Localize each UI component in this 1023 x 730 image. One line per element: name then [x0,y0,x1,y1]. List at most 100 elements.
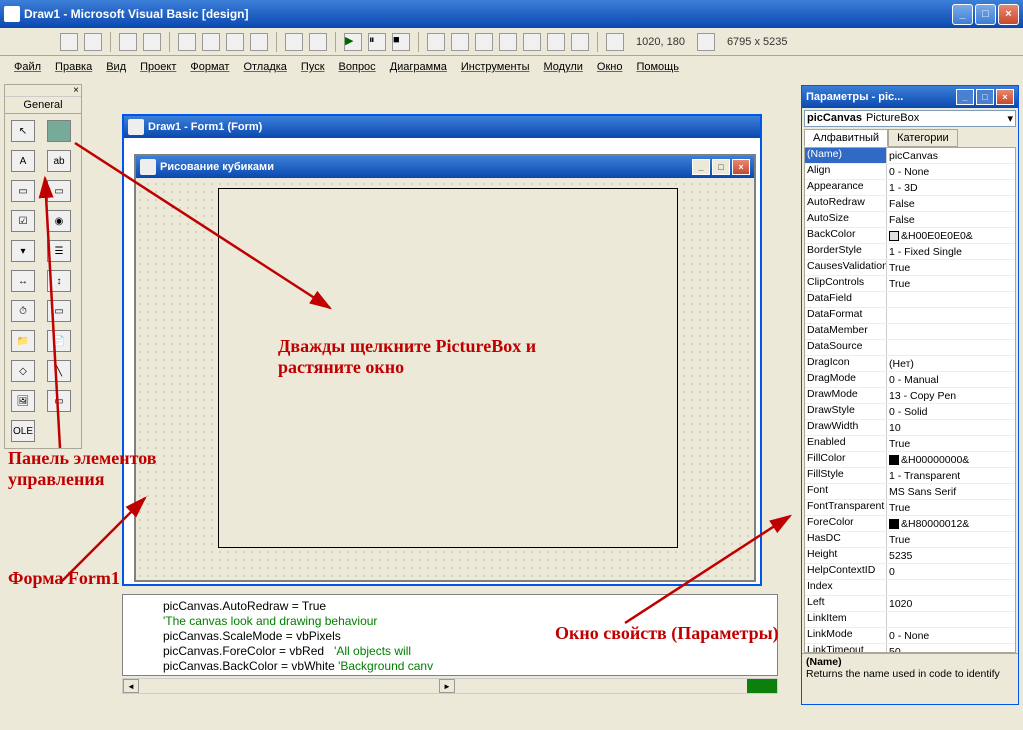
menu-диаграмма[interactable]: Диаграмма [384,59,453,75]
property-row[interactable]: FillColor&H00000000& [805,452,1015,468]
property-row[interactable]: (Name)picCanvas [805,148,1015,164]
timer-tool[interactable]: ⏱ [11,300,35,322]
property-row[interactable]: DragIcon(Нет) [805,356,1015,372]
textbox-tool[interactable]: ab [47,150,71,172]
property-row[interactable]: FillStyle1 - Transparent [805,468,1015,484]
form-minimize-button[interactable]: _ [692,159,710,175]
menu-вид[interactable]: Вид [100,59,132,75]
add-form-icon[interactable] [84,33,102,51]
menu-вопрос[interactable]: Вопрос [333,59,382,75]
save-icon[interactable] [143,33,161,51]
line-tool[interactable]: ╲ [47,360,71,382]
pause-icon[interactable]: ⏸ [368,33,386,51]
scroll-right-icon[interactable]: ► [439,679,455,693]
property-row[interactable]: LinkItem [805,612,1015,628]
object-selector[interactable]: picCanvasPictureBox ▾ [804,110,1016,127]
property-row[interactable]: DataSource [805,340,1015,356]
properties-icon[interactable] [451,33,469,51]
properties-grid[interactable]: (Name)picCanvasAlign0 - NoneAppearance1 … [804,147,1016,653]
property-row[interactable]: DragMode0 - Manual [805,372,1015,388]
label-tool[interactable]: A [11,150,35,172]
props-maximize-button[interactable]: □ [976,89,994,105]
menu-формат[interactable]: Формат [184,59,235,75]
property-row[interactable]: Left1020 [805,596,1015,612]
menu-помощь[interactable]: Помощь [630,59,685,75]
menu-окно[interactable]: Окно [591,59,629,75]
run-icon[interactable]: ▶ [344,33,362,51]
scroll-left-icon[interactable]: ◄ [123,679,139,693]
property-row[interactable]: LinkMode0 - None [805,628,1015,644]
property-row[interactable]: DrawMode13 - Copy Pen [805,388,1015,404]
property-row[interactable]: FontMS Sans Serif [805,484,1015,500]
property-row[interactable]: DataField [805,292,1015,308]
property-row[interactable]: BorderStyle1 - Fixed Single [805,244,1015,260]
property-row[interactable]: HelpContextID0 [805,564,1015,580]
property-row[interactable]: Height5235 [805,548,1015,564]
property-row[interactable]: DataFormat [805,308,1015,324]
pointer-tool[interactable]: ↖ [11,120,35,142]
property-row[interactable]: BackColor&H00E0E0E0& [805,228,1015,244]
find-icon[interactable] [250,33,268,51]
property-row[interactable]: FontTransparentTrue [805,500,1015,516]
form-layout-icon[interactable] [475,33,493,51]
drive-tool[interactable]: ▭ [47,300,71,322]
toolbox-icon[interactable] [523,33,541,51]
project-explorer-icon[interactable] [427,33,445,51]
toolbox-tab-general[interactable]: General [5,97,81,114]
vscroll-tool[interactable]: ↕ [47,270,71,292]
close-button[interactable]: × [998,4,1019,25]
image-tool[interactable]: 🖼 [11,390,35,412]
form-maximize-button[interactable]: □ [712,159,730,175]
add-project-icon[interactable] [60,33,78,51]
tab-categorized[interactable]: Категории [888,129,958,147]
menu-отладка[interactable]: Отладка [237,59,292,75]
combobox-tool[interactable]: ▾ [11,240,35,262]
property-row[interactable]: ForeColor&H80000012& [805,516,1015,532]
property-row[interactable]: EnabledTrue [805,436,1015,452]
property-row[interactable]: ClipControlsTrue [805,276,1015,292]
shape-tool[interactable]: ◇ [11,360,35,382]
stop-icon[interactable]: ■ [392,33,410,51]
dir-tool[interactable]: 📁 [11,330,35,352]
cut-icon[interactable] [178,33,196,51]
hscroll-tool[interactable]: ↔ [11,270,35,292]
listbox-tool[interactable]: ☰ [47,240,71,262]
property-row[interactable]: Appearance1 - 3D [805,180,1015,196]
radio-tool[interactable]: ◉ [47,210,71,232]
tab-alphabetic[interactable]: Алфавитный [804,129,888,147]
ole-tool[interactable]: OLE [11,420,35,442]
data-tool[interactable]: ▭ [47,390,71,412]
property-row[interactable]: LinkTimeout50 [805,644,1015,653]
property-row[interactable]: AutoSizeFalse [805,212,1015,228]
horizontal-scrollbar[interactable]: ◄ ► [122,678,778,694]
dropdown-icon[interactable]: ▾ [1007,112,1013,125]
undo-icon[interactable] [285,33,303,51]
form-close-button[interactable]: × [732,159,750,175]
checkbox-tool[interactable]: ☑ [11,210,35,232]
menu-пуск[interactable]: Пуск [295,59,331,75]
button-tool[interactable]: ▭ [47,180,71,202]
redo-icon[interactable] [309,33,327,51]
property-row[interactable]: DrawStyle0 - Solid [805,404,1015,420]
property-row[interactable]: DataMember [805,324,1015,340]
data-view-icon[interactable] [547,33,565,51]
frame-tool[interactable]: ▭ [11,180,35,202]
file-tool[interactable]: 📄 [47,330,71,352]
toolbox-close-icon[interactable]: × [5,85,81,97]
paste-icon[interactable] [226,33,244,51]
copy-icon[interactable] [202,33,220,51]
resize-grip[interactable] [747,679,777,693]
menu-правка[interactable]: Правка [49,59,98,75]
component-icon[interactable] [571,33,589,51]
props-close-button[interactable]: × [996,89,1014,105]
property-row[interactable]: CausesValidationTrue [805,260,1015,276]
props-minimize-button[interactable]: _ [956,89,974,105]
property-row[interactable]: AutoRedrawFalse [805,196,1015,212]
property-row[interactable]: HasDCTrue [805,532,1015,548]
property-row[interactable]: Index [805,580,1015,596]
menu-проект[interactable]: Проект [134,59,182,75]
minimize-button[interactable]: _ [952,4,973,25]
menu-модули[interactable]: Модули [537,59,588,75]
maximize-button[interactable]: □ [975,4,996,25]
picturebox-tool[interactable] [47,120,71,142]
